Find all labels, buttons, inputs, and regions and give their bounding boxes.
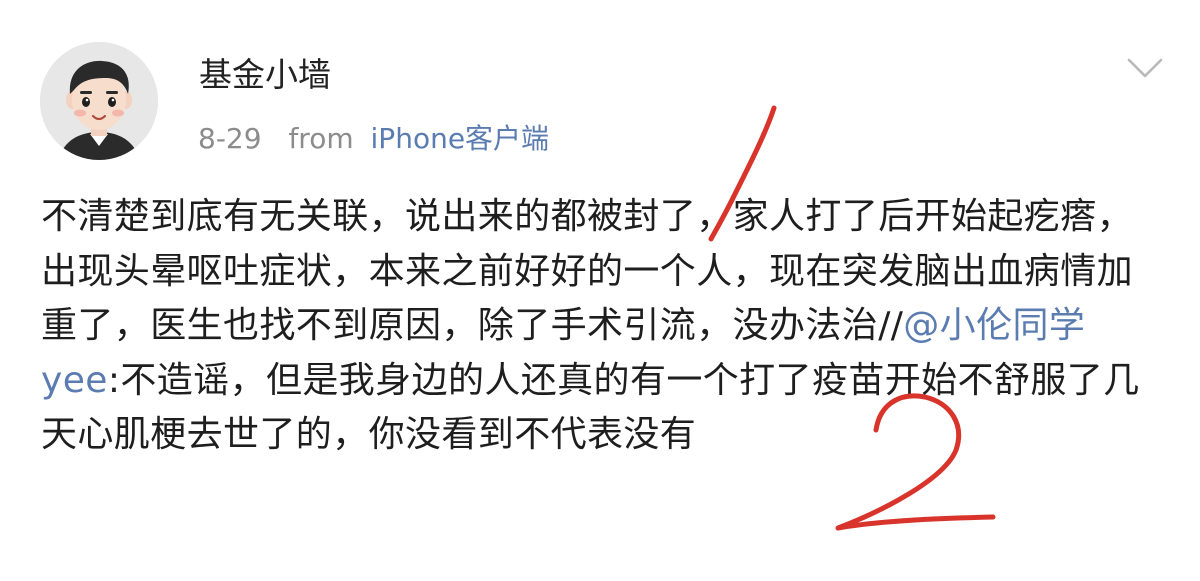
username[interactable]: 基金小墙 [199, 55, 331, 95]
post-meta: 8-29 from iPhone客户端 [198, 121, 549, 157]
post-body: 不清楚到底有无关联，说出来的都被封了，家人打了后开始起疙瘩，出现头晕呕吐症状，本… [41, 190, 1151, 463]
post-date: 8-29 [198, 122, 262, 155]
post-text-repost: :不造谣，但是我身边的人还真的有一个打了疫苗开始不舒服了几天心肌梗去世了的，你没… [41, 359, 1140, 456]
device-link[interactable]: iPhone客户端 [371, 122, 550, 155]
from-label: from [288, 122, 354, 155]
chevron-down-icon[interactable] [1126, 56, 1164, 80]
avatar-illustration [40, 42, 158, 160]
avatar[interactable] [40, 42, 158, 160]
